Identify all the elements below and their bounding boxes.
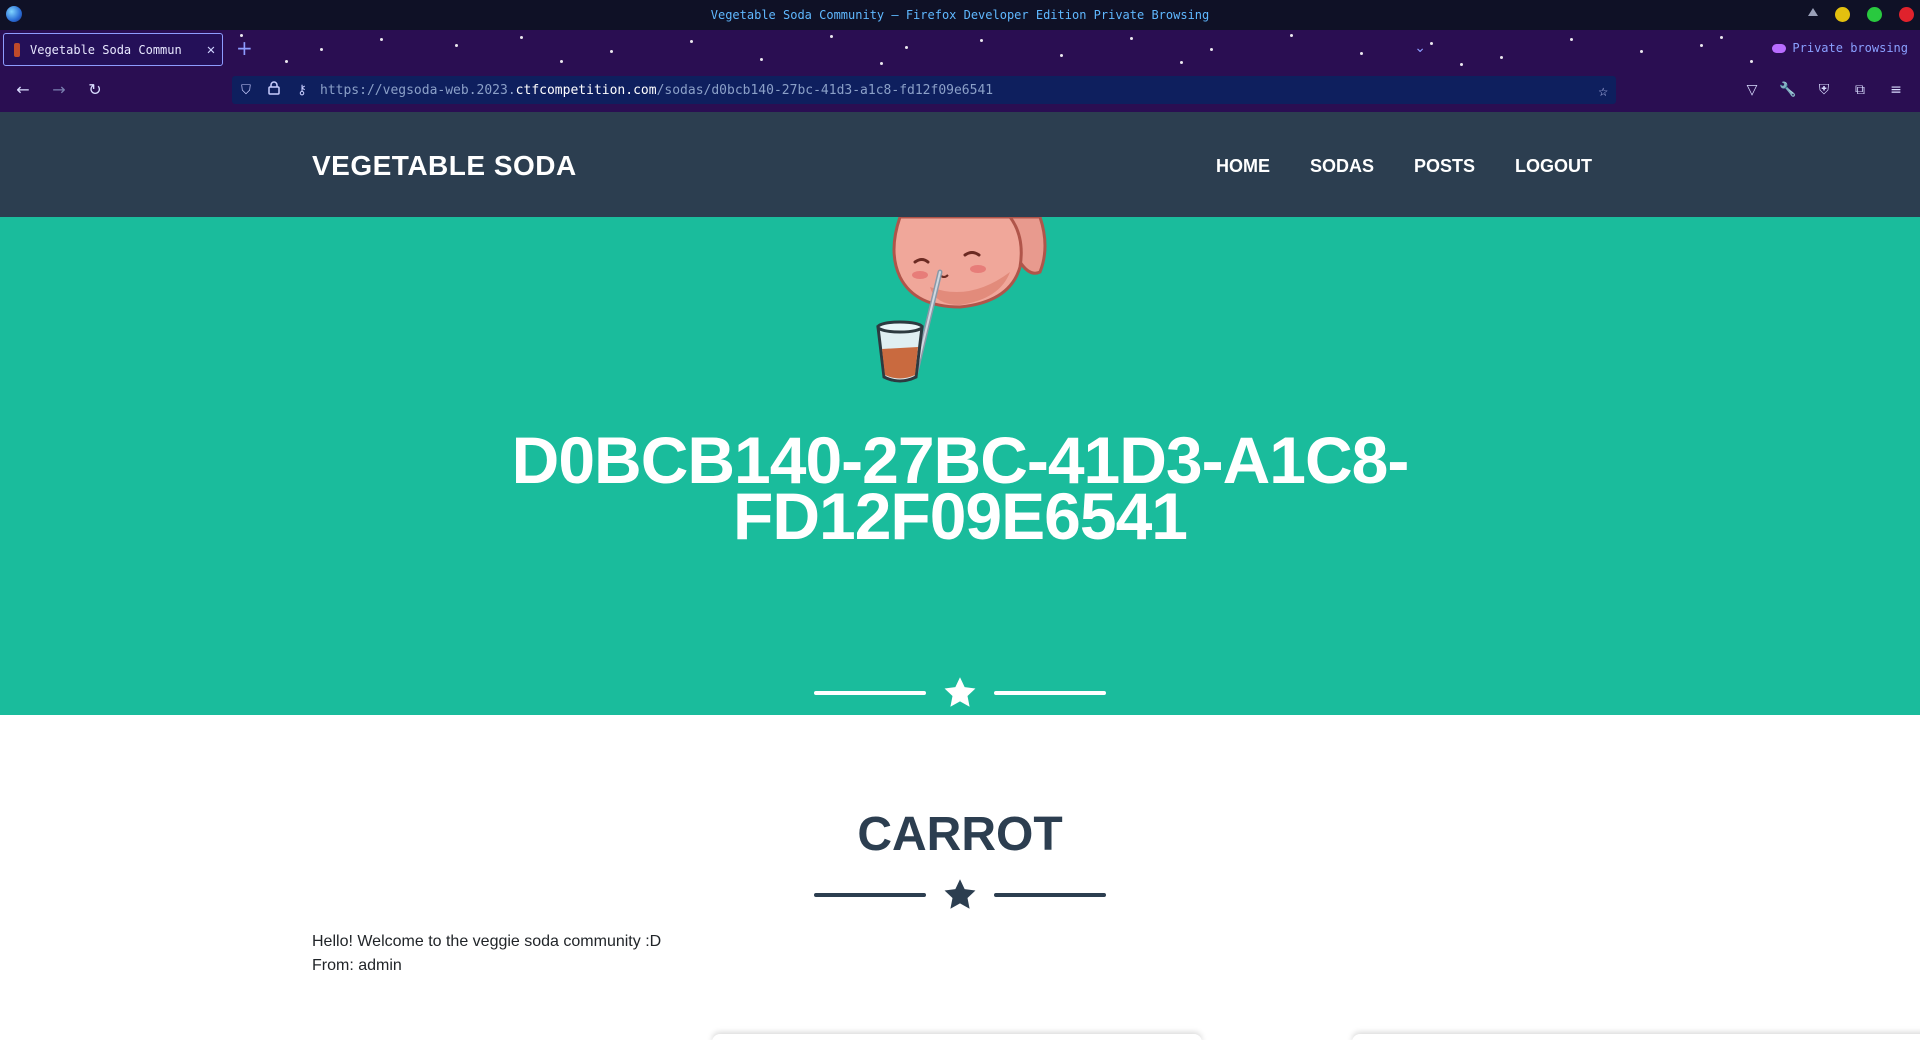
- url-path: /sodas/d0bcb140-27bc-41d3-a1c8-fd12f09e6…: [656, 82, 994, 98]
- divider-line-right: [994, 893, 1106, 897]
- navigation-toolbar: ← → ↻ ⛉ ⚷ https://vegsoda-web.2023.ctfco…: [0, 68, 1920, 112]
- star-dot: [1500, 56, 1503, 59]
- star-dot: [380, 38, 383, 41]
- url-bar[interactable]: ⛉ ⚷ https://vegsoda-web.2023.ctfcompetit…: [232, 76, 1616, 104]
- star-dot: [320, 48, 323, 51]
- back-arrow-icon[interactable]: ←: [12, 79, 34, 101]
- new-tab-button[interactable]: +: [236, 36, 253, 60]
- devtools-wrench-icon[interactable]: 🔧: [1778, 80, 1798, 100]
- window-title: Vegetable Soda Community — Firefox Devel…: [710, 8, 1210, 22]
- star-dot: [560, 60, 563, 63]
- post-message: Hello! Welcome to the veggie soda commun…: [312, 933, 662, 950]
- star-dot: [1430, 42, 1433, 45]
- tracking-shield-icon[interactable]: ⛉: [232, 83, 260, 98]
- hamburger-menu-icon[interactable]: ≡: [1886, 80, 1906, 100]
- bunny-drinking-soda-illustration: [876, 217, 1047, 383]
- forward-arrow-icon[interactable]: →: [48, 79, 70, 101]
- star-dot: [1720, 36, 1723, 39]
- star-dot: [520, 36, 523, 39]
- star-dot: [455, 44, 458, 47]
- star-dot: [1360, 52, 1363, 55]
- menu-logout-link[interactable]: LOGOUT: [1515, 156, 1592, 177]
- close-window-button[interactable]: [1899, 7, 1914, 22]
- star-dot: [1640, 50, 1643, 53]
- star-dot: [1700, 44, 1703, 47]
- menu-sodas-link[interactable]: SODAS: [1310, 156, 1374, 177]
- private-browsing-label: Private browsing: [1792, 41, 1908, 55]
- divider-line-left: [814, 893, 926, 897]
- star-dot: [980, 39, 983, 42]
- post-body: Hello! Welcome to the veggie soda commun…: [312, 930, 661, 978]
- tab-vegetable-soda[interactable]: Vegetable Soda Commun ✕: [3, 33, 223, 66]
- star-dot: [1060, 54, 1063, 57]
- window-menu-icon[interactable]: [1808, 8, 1818, 16]
- star-dot: [1210, 48, 1213, 51]
- maximize-button[interactable]: [1867, 7, 1882, 22]
- reload-icon[interactable]: ↻: [84, 79, 106, 101]
- site-menu: HOME SODAS POSTS LOGOUT: [1216, 156, 1592, 177]
- star-dot: [690, 40, 693, 43]
- divider-line-right: [994, 691, 1106, 695]
- star-icon: [944, 677, 976, 707]
- tab-close-icon[interactable]: ✕: [200, 42, 222, 58]
- menu-posts-link[interactable]: POSTS: [1414, 156, 1475, 177]
- card-top-edge: [712, 1034, 1202, 1040]
- private-browsing-indicator: Private browsing: [1772, 41, 1908, 55]
- site-navbar: VEGETABLE SODA HOME SODAS POSTS LOGOUT: [0, 112, 1920, 217]
- star-dot: [1750, 60, 1753, 63]
- key-icon[interactable]: ⚷: [288, 83, 316, 98]
- masthead-title-line2: FD12F09E6541: [733, 479, 1188, 553]
- star-dot: [1570, 38, 1573, 41]
- pocket-icon[interactable]: ▽: [1742, 80, 1762, 100]
- url-host: ctfcompetition.com: [515, 82, 657, 98]
- star-dot: [760, 58, 763, 61]
- masthead-title: D0BCB140-27BC-41D3-A1C8- FD12F09E6541: [360, 427, 1560, 549]
- star-dot: [1180, 61, 1183, 64]
- divider-line-left: [814, 691, 926, 695]
- url-text[interactable]: https://vegsoda-web.2023.ctfcompetition.…: [320, 83, 993, 98]
- star-icon: [944, 879, 976, 909]
- star-dot: [1290, 34, 1293, 37]
- firefox-icon: [6, 6, 22, 22]
- tab-title: Vegetable Soda Commun: [30, 42, 182, 57]
- star-dot: [610, 50, 613, 53]
- bookmark-star-icon[interactable]: ☆: [1598, 81, 1608, 100]
- masthead: D0BCB140-27BC-41D3-A1C8- FD12F09E6541: [0, 217, 1920, 715]
- list-all-tabs-icon[interactable]: ⌄: [1414, 40, 1426, 56]
- star-dot: [830, 35, 833, 38]
- menu-home-link[interactable]: HOME: [1216, 156, 1270, 177]
- post-author: From: admin: [312, 957, 402, 974]
- star-dot: [1460, 63, 1463, 66]
- star-dot: [905, 46, 908, 49]
- private-mask-icon: [1772, 43, 1787, 53]
- window-titlebar: Vegetable Soda Community — Firefox Devel…: [0, 0, 1920, 30]
- extensions-icon[interactable]: ⧉: [1850, 80, 1870, 100]
- card-top-edge: [1352, 1034, 1920, 1040]
- soda-favicon-icon: [14, 42, 20, 57]
- star-dot: [880, 62, 883, 65]
- star-dot: [285, 60, 288, 63]
- minimize-button[interactable]: [1835, 7, 1850, 22]
- url-prefix: https://vegsoda-web.2023.: [320, 82, 516, 98]
- section-divider: [814, 875, 1106, 915]
- lock-icon[interactable]: [260, 81, 288, 99]
- tab-bar: Vegetable Soda Commun ✕ + ⌄ Private brow…: [0, 30, 1920, 68]
- ublock-icon[interactable]: ⛨: [1814, 80, 1834, 100]
- star-dot: [1130, 37, 1133, 40]
- section-title: CARROT: [857, 808, 1063, 861]
- page-content: VEGETABLE SODA HOME SODAS POSTS LOGOUT D…: [0, 112, 1920, 1040]
- masthead-divider: [814, 673, 1106, 713]
- site-brand[interactable]: VEGETABLE SODA: [312, 150, 577, 182]
